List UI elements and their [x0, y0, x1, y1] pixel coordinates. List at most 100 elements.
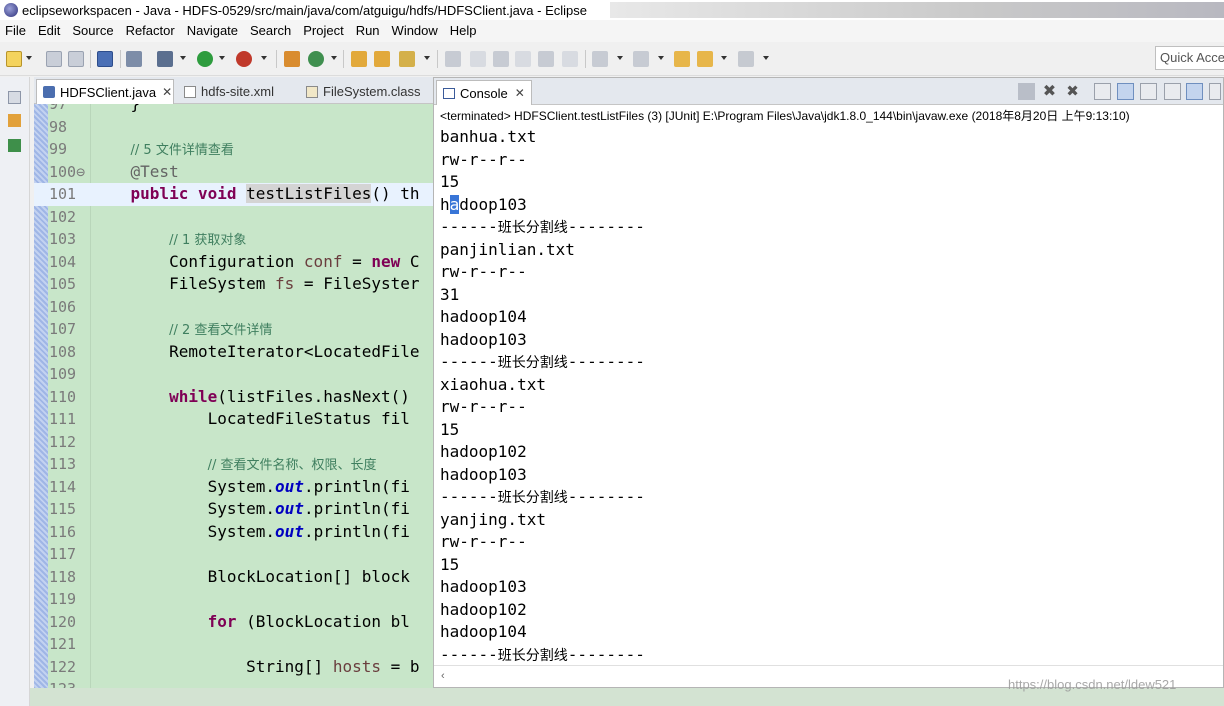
search-dropdown-icon[interactable]	[424, 56, 430, 60]
left-trim-bar	[0, 77, 30, 706]
menu-source[interactable]: Source	[67, 20, 120, 42]
toggle-block-selection-icon[interactable]	[470, 51, 486, 67]
new-icon[interactable]	[6, 51, 22, 67]
toolbar-separator	[585, 50, 586, 68]
open-type-icon[interactable]	[351, 51, 367, 67]
line-number: 101	[49, 185, 77, 203]
new-java-class-icon[interactable]	[308, 51, 324, 67]
close-icon[interactable]: ✕	[162, 85, 172, 99]
restore-icon[interactable]	[8, 91, 21, 104]
save-icon[interactable]	[46, 51, 62, 67]
code-line: 107 // 2 查看文件详情	[34, 318, 434, 341]
scroll-lock-icon[interactable]	[1117, 83, 1134, 100]
code-line: 121	[34, 633, 434, 656]
line-number: 103	[49, 230, 77, 248]
word-wrap-icon[interactable]	[1140, 83, 1157, 100]
toggle-breadcrumb-icon[interactable]	[538, 51, 554, 67]
tab-console[interactable]: Console ✕	[436, 80, 532, 105]
tab-hdfs-site-xml[interactable]: hdfs-site.xml	[178, 79, 290, 104]
remove-launch-icon[interactable]: ✖	[1041, 83, 1058, 100]
back-icon[interactable]	[697, 51, 713, 67]
debug-dropdown-icon[interactable]	[180, 56, 186, 60]
menu-bar: File Edit Source Refactor Navigate Searc…	[0, 20, 1224, 42]
toolbar-separator	[437, 50, 438, 68]
next-annotation-dropdown-icon[interactable]	[617, 56, 623, 60]
menu-project[interactable]: Project	[298, 20, 350, 42]
editor-text-area[interactable]: 97 }9899 // 5 文件详情查看100⊖ @Test101 public…	[34, 104, 434, 706]
previous-annotation-dropdown-icon[interactable]	[658, 56, 664, 60]
save-all-icon[interactable]	[68, 51, 84, 67]
skip-breakpoints-icon[interactable]	[126, 51, 142, 67]
menu-search[interactable]: Search	[245, 20, 298, 42]
console-output-line: hadoop103	[440, 577, 527, 596]
code-text: while(listFiles.hasNext()	[169, 386, 410, 406]
debug-icon[interactable]	[157, 51, 173, 67]
new-java-package-icon[interactable]	[284, 51, 300, 67]
coverage-icon[interactable]	[236, 51, 252, 67]
code-line: 118 BlockLocation[] block	[34, 566, 434, 589]
line-number: 116	[49, 522, 77, 541]
scroll-left-icon[interactable]: ‹	[441, 670, 445, 682]
line-number: 113	[49, 455, 77, 473]
console-output-line: ------班长分割线--------	[440, 644, 645, 664]
toggle-word-wrap-icon[interactable]	[493, 51, 509, 67]
line-number: 117	[49, 545, 77, 563]
search-icon[interactable]	[399, 51, 415, 67]
console-output-line: 15	[440, 172, 460, 191]
code-line: 120 for (BlockLocation bl	[34, 611, 434, 634]
watermark: https://blog.csdn.net/ldew521	[1008, 677, 1177, 692]
toggle-mark-occurrences-icon[interactable]	[445, 51, 461, 67]
run-dropdown-icon[interactable]	[219, 56, 225, 60]
console-output-line: hadoop103	[440, 194, 527, 214]
menu-help[interactable]: Help	[445, 20, 484, 42]
pin-console-icon[interactable]	[1186, 83, 1203, 100]
coverage-dropdown-icon[interactable]	[261, 56, 267, 60]
back-dropdown-icon[interactable]	[721, 56, 727, 60]
menu-file[interactable]: File	[0, 20, 33, 42]
console-output-line: banhua.txt	[440, 127, 537, 146]
show-source-of-element-icon[interactable]	[562, 51, 578, 67]
code-line: 115 System.out.println(fi	[34, 498, 434, 521]
clear-console-icon[interactable]	[1094, 83, 1111, 100]
tab-filesystem-class[interactable]: FileSystem.class	[300, 79, 434, 104]
previous-annotation-icon[interactable]	[633, 51, 649, 67]
code-line: 113 // 查看文件名称、权限、长度	[34, 453, 434, 476]
next-annotation-icon[interactable]	[592, 51, 608, 67]
line-number: 108	[49, 342, 77, 361]
show-whitespace-icon[interactable]	[515, 51, 531, 67]
line-number: 114	[49, 477, 77, 496]
new-dropdown-icon[interactable]	[26, 56, 32, 60]
forward-dropdown-icon[interactable]	[763, 56, 769, 60]
tab-label: HDFSClient.java	[60, 84, 157, 100]
remove-all-terminated-icon[interactable]: ✖	[1064, 83, 1081, 100]
package-explorer-icon[interactable]	[8, 114, 21, 127]
code-line: 98	[34, 116, 434, 139]
terminate-icon[interactable]	[1018, 83, 1035, 100]
run-icon[interactable]	[197, 51, 213, 67]
new-class-dropdown-icon[interactable]	[331, 56, 337, 60]
terminal-icon[interactable]	[97, 51, 113, 67]
main-toolbar	[0, 42, 1224, 76]
last-edit-location-icon[interactable]	[674, 51, 690, 67]
menu-window[interactable]: Window	[387, 20, 445, 42]
show-console-when-output-icon[interactable]	[1164, 83, 1181, 100]
open-task-icon[interactable]	[374, 51, 390, 67]
console-output[interactable]: banhua.txt rw-r--r-- 15 hadoop103 ------班长分割…	[440, 126, 1220, 666]
menu-run[interactable]: Run	[351, 20, 387, 42]
junit-icon[interactable]	[8, 139, 21, 152]
menu-edit[interactable]: Edit	[33, 20, 67, 42]
line-number: 118	[49, 567, 77, 586]
tab-hdfsclient-java[interactable]: HDFSClient.java ✕	[36, 79, 174, 104]
close-icon[interactable]: ✕	[515, 86, 525, 100]
display-selected-console-icon[interactable]	[1209, 83, 1221, 100]
forward-icon[interactable]	[738, 51, 754, 67]
code-line: 117	[34, 543, 434, 566]
menu-refactor[interactable]: Refactor	[121, 20, 182, 42]
menu-navigate[interactable]: Navigate	[182, 20, 245, 42]
quick-access-field[interactable]: Quick Access	[1155, 46, 1224, 70]
code-text: FileSystem fs = FileSyster	[92, 274, 420, 293]
line-number: 109	[49, 365, 77, 383]
console-header: Console ✕ ✖ ✖	[434, 78, 1223, 105]
code-text: String[] hosts = b	[92, 656, 420, 676]
code-text: System.out.println(fi	[92, 499, 410, 518]
